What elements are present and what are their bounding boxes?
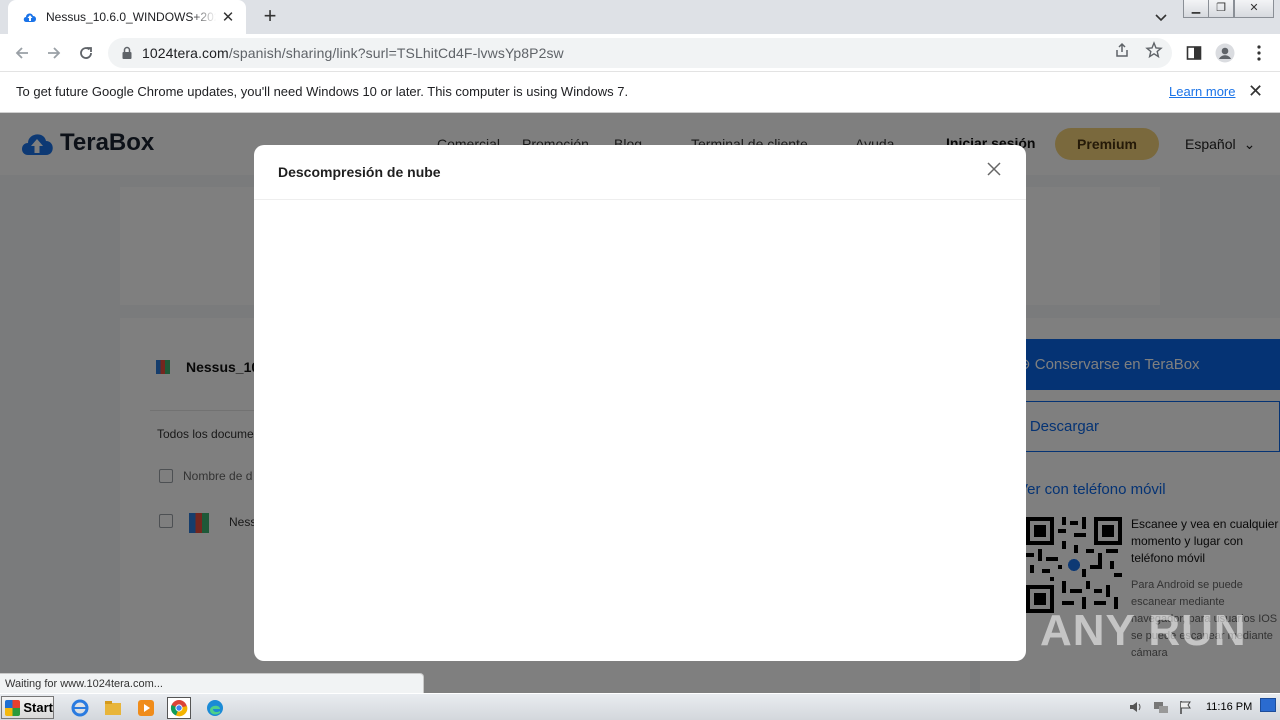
ie-icon[interactable] [68, 697, 92, 719]
dialog-close-icon[interactable] [984, 159, 1004, 179]
tab-close-icon[interactable]: ✕ [220, 8, 236, 26]
tab-title: Nessus_10.6.0_WINDOWS+20230809 [46, 10, 216, 24]
edge-icon[interactable] [203, 697, 227, 719]
chrome-menu-icon[interactable] [1248, 42, 1270, 64]
tab-strip: Nessus_10.6.0_WINDOWS+20230809 ✕ + ▁ ❐ ✕ [0, 0, 1280, 34]
terabox-favicon-icon [22, 9, 38, 25]
start-label: Start [23, 700, 53, 715]
anyrun-watermark: ANY RUN [1040, 606, 1247, 655]
browser-toolbar: 1024tera.com/spanish/sharing/link?surl=T… [0, 34, 1280, 72]
windows-taskbar: Start 11:16 PM [0, 693, 1280, 720]
windows-flag-icon [5, 699, 21, 716]
media-player-icon[interactable] [134, 697, 158, 719]
show-desktop-button[interactable] [1260, 698, 1276, 712]
taskbar-clock[interactable]: 11:16 PM [1206, 701, 1252, 713]
infobar-close-icon[interactable]: ✕ [1248, 81, 1263, 102]
back-arrow-icon[interactable] [11, 42, 33, 64]
forward-arrow-icon[interactable] [43, 42, 65, 64]
start-button[interactable]: Start [1, 696, 54, 719]
bookmark-star-icon[interactable] [1145, 41, 1163, 59]
url-text[interactable]: 1024tera.com/spanish/sharing/link?surl=T… [142, 45, 564, 61]
dialog-title: Descompresión de nube [278, 164, 441, 180]
tab-search-icon[interactable] [1152, 8, 1170, 26]
window-close-icon[interactable]: ✕ [1234, 0, 1274, 18]
share-icon[interactable] [1113, 41, 1131, 59]
learn-more-link[interactable]: Learn more [1169, 84, 1235, 99]
restore-icon[interactable]: ❐ [1208, 0, 1234, 18]
url-path: /spanish/sharing/link?surl=TSLhitCd4F-lv… [228, 45, 564, 61]
browser-tab[interactable]: Nessus_10.6.0_WINDOWS+20230809 ✕ [8, 0, 246, 34]
address-bar[interactable]: 1024tera.com/spanish/sharing/link?surl=T… [108, 38, 1172, 68]
chrome-taskbar-icon[interactable] [167, 697, 191, 719]
url-domain: 1024tera.com [142, 45, 229, 61]
lock-icon[interactable] [120, 46, 134, 60]
side-panel-icon[interactable] [1183, 42, 1205, 64]
action-center-flag-icon[interactable] [1178, 699, 1194, 715]
dialog-divider [254, 199, 1026, 200]
network-icon[interactable] [1153, 699, 1169, 715]
explorer-folder-icon[interactable] [101, 697, 125, 719]
minimize-icon[interactable]: ▁ [1183, 0, 1209, 18]
reload-icon[interactable] [75, 42, 97, 64]
cloud-decompression-dialog: Descompresión de nube [254, 145, 1026, 661]
infobar-message: To get future Google Chrome updates, you… [16, 84, 629, 99]
status-bubble: Waiting for www.1024tera.com... [0, 673, 424, 693]
update-infobar: To get future Google Chrome updates, you… [0, 72, 1280, 113]
new-tab-button[interactable]: + [258, 5, 282, 28]
volume-icon[interactable] [1128, 699, 1144, 715]
profile-avatar-icon[interactable] [1214, 42, 1236, 64]
